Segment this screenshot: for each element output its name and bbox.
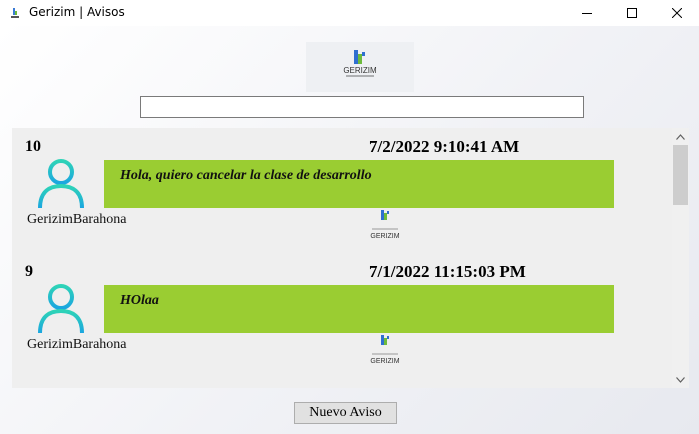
new-notice-button[interactable]: Nuevo Aviso [294,402,397,424]
search-input[interactable] [140,96,584,118]
post-username: GerizimBarahona [27,212,127,227]
post-logo-text: GERIZIM [370,358,399,365]
close-button[interactable] [654,0,699,26]
post-item: 9 7/1/2022 11:15:03 PM GerizimBarahona H… [12,253,672,379]
header-logo: GERIZIM [306,42,414,92]
scroll-down-button[interactable] [672,371,689,388]
gerizim-logo-icon: GERIZIM [370,210,400,240]
message-bubble: HOlaa [104,285,614,333]
scroll-up-button[interactable] [672,128,689,145]
chevron-down-icon [676,376,685,383]
gerizim-logo-icon: GERIZIM [343,50,377,77]
post-id: 9 [25,263,33,280]
message-text: Hola, quiero cancelar la clase de desarr… [120,168,372,183]
maximize-icon [627,8,637,18]
next-post-peek [374,384,414,388]
post-id: 10 [25,138,41,155]
message-bubble: Hola, quiero cancelar la clase de desarr… [104,160,614,208]
posts-feed[interactable]: 10 7/2/2022 9:10:41 AM GerizimBarahona H… [12,128,672,388]
gerizim-logo-icon: GERIZIM [370,335,400,365]
post-username: GerizimBarahona [27,337,127,352]
maximize-button[interactable] [609,0,655,26]
chevron-up-icon [676,133,685,140]
header-logo-text: GERIZIM [343,66,377,75]
title-bar: Gerizim | Avisos [0,0,699,26]
scroll-thumb[interactable] [673,145,688,205]
message-text: HOlaa [120,293,159,308]
gerizim-logo-icon [11,8,19,18]
user-avatar-icon [38,284,84,334]
post-date: 7/1/2022 11:15:03 PM [369,262,526,281]
window-title: Gerizim | Avisos [29,5,125,19]
post-item: 10 7/2/2022 9:10:41 AM GerizimBarahona H… [12,128,672,254]
close-icon [672,8,682,18]
post-date: 7/2/2022 9:10:41 AM [369,137,520,156]
post-logo-text: GERIZIM [370,233,399,240]
user-avatar-icon [38,159,84,209]
minimize-icon [582,13,592,14]
minimize-button[interactable] [564,0,610,26]
feed-scrollbar[interactable] [672,128,689,388]
